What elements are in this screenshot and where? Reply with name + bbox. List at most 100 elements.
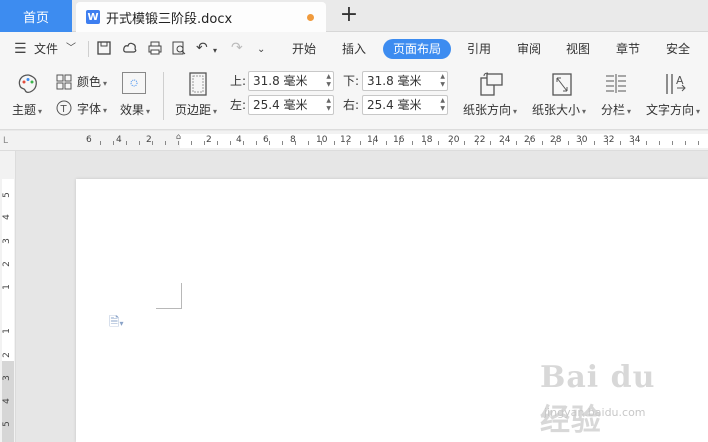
document-title: 开式模锻三阶段.docx <box>106 11 233 27</box>
unsaved-dot-icon <box>307 14 314 21</box>
text-direction-icon[interactable]: A <box>664 72 688 96</box>
divider <box>88 41 89 57</box>
ruler-tick <box>568 141 569 145</box>
ruler-tick <box>373 141 374 145</box>
tab-insert[interactable]: 插入 <box>342 40 366 58</box>
tab-stop-icon[interactable]: L <box>3 136 8 146</box>
ruler-tick <box>243 141 244 145</box>
print-preview-icon[interactable] <box>171 40 187 60</box>
watermark-url: jingyan.baidu.com <box>544 406 646 419</box>
ruler-number: 12 <box>340 135 352 145</box>
tab-document[interactable]: W 开式模锻三阶段.docx <box>76 2 326 32</box>
columns-button[interactable]: 分栏 ▾ <box>601 102 631 120</box>
bottom-margin-label: 下: <box>343 74 360 88</box>
text-direction-button[interactable]: 文字方向 ▾ <box>646 102 700 120</box>
more-chevron-icon[interactable]: ⌄ <box>257 42 265 58</box>
theme-icon[interactable] <box>16 72 40 96</box>
ruler-tick <box>191 141 192 145</box>
caret-icon: ▾ <box>582 107 587 116</box>
undo-dropdown-icon[interactable]: ▾ <box>213 43 217 59</box>
ruler-tick <box>529 141 530 145</box>
ruler-tick <box>594 141 595 145</box>
ruler-number: 5 <box>1 421 12 427</box>
text-direction-label: 文字方向 <box>646 103 695 117</box>
tab-security[interactable]: 安全 <box>666 40 690 58</box>
margins-icon[interactable] <box>186 72 210 96</box>
ruler-tick <box>425 141 426 145</box>
spinner-icon[interactable]: ▲ ▼ <box>440 97 445 113</box>
vertical-ruler[interactable]: 5 4 3 2 1 1 2 3 4 5 <box>0 151 16 442</box>
left-margin-input[interactable]: 25.4 毫米 ▲ ▼ <box>248 95 334 115</box>
ruler-tick <box>607 141 608 145</box>
ruler-number: 6 <box>86 135 92 145</box>
spinner-icon[interactable]: ▲ ▼ <box>326 97 331 113</box>
page-size-button[interactable]: 纸张大小 ▾ <box>532 102 586 120</box>
tab-chapter[interactable]: 章节 <box>616 40 640 58</box>
ruler-number: 3 <box>1 238 12 244</box>
ruler-tick <box>269 141 270 145</box>
horizontal-ruler[interactable]: L ⌂ 6 4 2 2 4 6 8 10 12 14 16 18 20 22 24 26 28 30 32 34 <box>0 131 708 151</box>
ruler-tick <box>295 141 296 145</box>
ruler-tick <box>451 141 452 145</box>
caret-icon: ▾ <box>146 107 151 116</box>
tab-review[interactable]: 审阅 <box>517 40 541 58</box>
redo-icon[interactable]: ↷ <box>231 40 243 56</box>
svg-text:T: T <box>60 104 68 115</box>
tab-start[interactable]: 开始 <box>292 40 316 58</box>
color-icon[interactable] <box>56 74 72 94</box>
left-margin-value: 25.4 毫米 <box>253 98 308 112</box>
paragraph-layout-icon[interactable]: 🗎▾ <box>109 313 123 335</box>
save-icon[interactable] <box>96 40 112 60</box>
writer-icon: W <box>86 10 100 24</box>
indent-marker-icon[interactable]: ⌂ <box>176 132 181 141</box>
hamburger-icon[interactable]: ☰ <box>14 41 27 57</box>
top-margin-input[interactable]: 31.8 毫米 ▲ ▼ <box>248 71 334 91</box>
columns-icon[interactable] <box>604 72 628 96</box>
tab-home[interactable]: 首页 <box>0 0 72 32</box>
ruler-tick <box>646 141 647 145</box>
new-tab-button[interactable]: + <box>338 4 360 26</box>
ruler-number: 1 <box>1 328 12 334</box>
caret-icon: ▾ <box>103 79 108 88</box>
font-button[interactable]: 字体 ▾ <box>77 101 107 119</box>
orientation-button[interactable]: 纸张方向 ▾ <box>463 102 517 120</box>
spinner-icon[interactable]: ▲ ▼ <box>440 73 445 89</box>
tab-references[interactable]: 引用 <box>467 40 491 58</box>
ruler-tick <box>230 141 231 145</box>
caret-icon: ▾ <box>696 107 701 116</box>
ruler-number: 4 <box>236 135 242 145</box>
ruler-tick <box>334 141 335 145</box>
page-size-icon[interactable] <box>550 72 574 96</box>
ruler-number: 20 <box>448 135 460 145</box>
print-icon[interactable] <box>147 40 163 60</box>
ruler-tick <box>165 141 166 145</box>
ruler-tick <box>347 141 348 145</box>
ruler-number: 18 <box>421 135 433 145</box>
theme-button[interactable]: 主题 ▾ <box>12 102 42 120</box>
ruler-tick <box>308 141 309 145</box>
ruler-number: 2 <box>1 352 12 358</box>
caret-icon: ▾ <box>103 106 108 115</box>
cloud-icon[interactable] <box>122 40 138 60</box>
effect-label: 效果 <box>120 103 145 117</box>
color-button[interactable]: 颜色 ▾ <box>77 74 107 92</box>
font-icon[interactable]: T <box>56 100 72 120</box>
spinner-icon[interactable]: ▲ ▼ <box>326 73 331 89</box>
bottom-margin-input[interactable]: 31.8 毫米 ▲ ▼ <box>362 71 448 91</box>
ruler-number: 4 <box>1 398 12 404</box>
effect-button[interactable]: 效果 ▾ <box>120 102 150 120</box>
ruler-tick <box>464 141 465 145</box>
tab-view[interactable]: 视图 <box>566 40 590 58</box>
right-margin-value: 25.4 毫米 <box>367 98 422 112</box>
effect-icon[interactable] <box>122 72 146 94</box>
page-size-label: 纸张大小 <box>532 103 581 117</box>
right-margin-input[interactable]: 25.4 毫米 ▲ ▼ <box>362 95 448 115</box>
orientation-icon[interactable] <box>478 72 503 96</box>
ruler-number: 24 <box>499 135 511 145</box>
margins-button[interactable]: 页边距 ▾ <box>175 102 217 120</box>
file-menu[interactable]: 文件 <box>34 40 58 58</box>
chevron-down-icon[interactable]: ﹀ <box>66 41 76 57</box>
tab-page-layout[interactable]: 页面布局 <box>383 39 451 59</box>
undo-icon[interactable]: ↶ <box>196 40 208 56</box>
ruler-tick <box>113 141 114 145</box>
